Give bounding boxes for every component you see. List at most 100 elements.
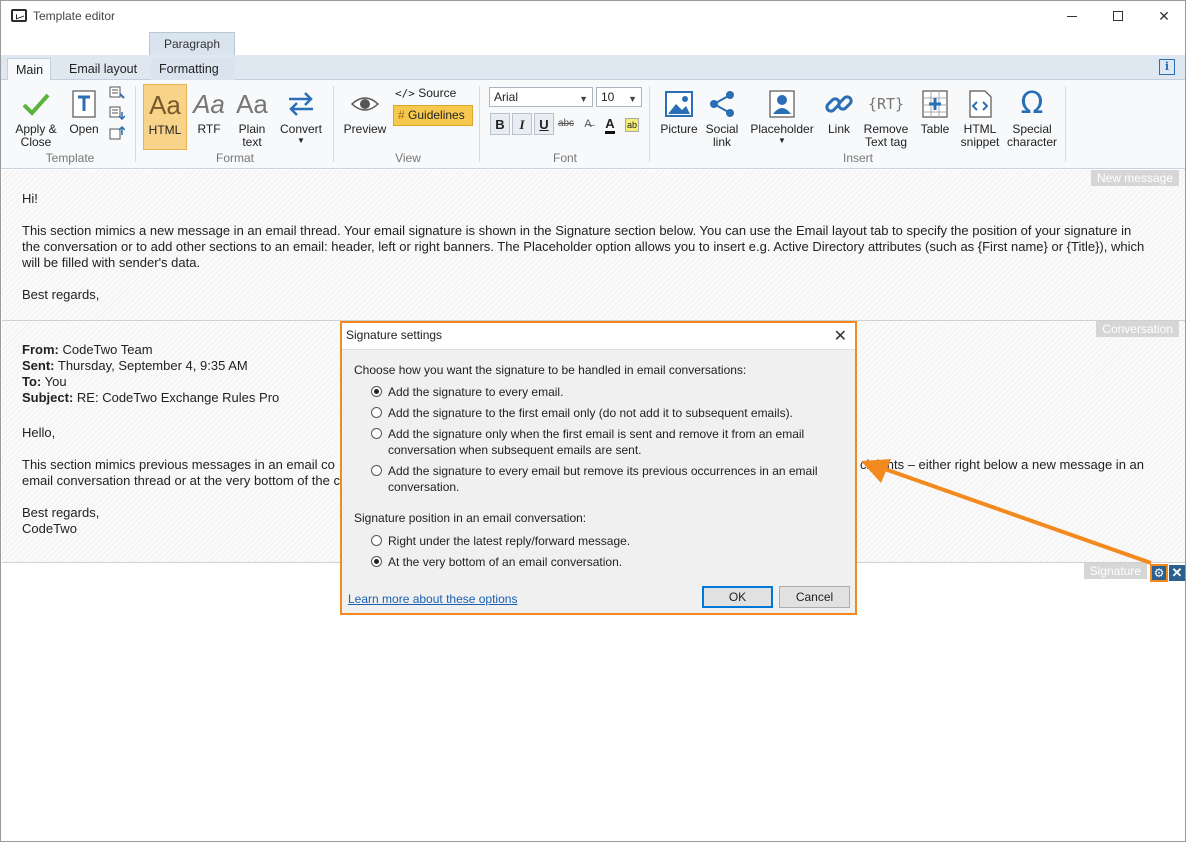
- picture-icon: [665, 91, 693, 117]
- html-label: HTML: [148, 123, 182, 137]
- italic-button[interactable]: I: [512, 113, 532, 135]
- table-label: Table: [920, 122, 950, 136]
- minimize-button[interactable]: [1049, 1, 1095, 31]
- open-button[interactable]: Open: [65, 88, 103, 136]
- from-value: CodeTwo Team: [62, 342, 153, 357]
- apply-close-label: Apply & Close: [15, 122, 57, 149]
- link-icon: [825, 95, 853, 113]
- font-name-value: Arial: [494, 90, 519, 104]
- handling-option-first-remove-label[interactable]: Add the signature only when the first em…: [388, 426, 828, 458]
- separator: [479, 86, 480, 162]
- convert-button[interactable]: Convert ▼: [277, 88, 325, 146]
- placeholder-user-icon: [769, 90, 795, 118]
- chevron-down-icon: ▼: [579, 94, 588, 104]
- insert-html-snippet-button[interactable]: HTML snippet: [957, 88, 1003, 149]
- insert-picture-button[interactable]: Picture: [657, 88, 701, 136]
- position-option-bottom-label[interactable]: At the very bottom of an email conversat…: [388, 554, 622, 570]
- conversation-closing: Best regards,: [22, 505, 100, 520]
- html-format-button[interactable]: Aa HTML: [143, 84, 187, 150]
- handling-option-first-only-label[interactable]: Add the signature to the first email onl…: [388, 405, 793, 421]
- clear-format-button[interactable]: A̶: [578, 113, 598, 135]
- font-size-select[interactable]: 10 ▼: [596, 87, 642, 107]
- position-option-under-reply-label[interactable]: Right under the latest reply/forward mes…: [388, 533, 630, 549]
- signature-settings-dialog: Signature settings ✕ Choose how you want…: [340, 321, 857, 615]
- cancel-button[interactable]: Cancel: [779, 586, 850, 608]
- position-option-bottom-radio[interactable]: [371, 556, 382, 567]
- ok-button[interactable]: OK: [702, 586, 773, 608]
- preview-label: Preview: [343, 122, 387, 136]
- handling-option-first-remove-radio[interactable]: [371, 428, 382, 439]
- annotation-arrow: [861, 459, 1152, 565]
- group-label-template: Template: [45, 151, 95, 165]
- handling-option-every-email-radio[interactable]: [371, 386, 382, 397]
- to-label: To:: [22, 374, 42, 389]
- template-small-icon-1[interactable]: [109, 86, 125, 100]
- handling-option-remove-previous-label[interactable]: Add the signature to every email but rem…: [388, 463, 828, 495]
- guidelines-button[interactable]: # Guidelines: [393, 105, 473, 126]
- section-tag-conversation: Conversation: [1096, 321, 1179, 337]
- chevron-down-icon: ▼: [628, 94, 637, 104]
- conversation-signature: CodeTwo: [22, 521, 77, 536]
- tab-formatting[interactable]: Formatting: [151, 58, 235, 81]
- from-label: From:: [22, 342, 59, 357]
- insert-social-link-button[interactable]: Social link: [703, 88, 741, 149]
- learn-more-link[interactable]: Learn more about these options: [348, 592, 517, 606]
- font-size-value: 10: [601, 90, 615, 104]
- highlight-button[interactable]: ab: [622, 113, 642, 135]
- dialog-close-button[interactable]: ✕: [834, 326, 847, 346]
- handling-option-every-email-label[interactable]: Add the signature to every email.: [388, 384, 563, 400]
- preview-button[interactable]: Preview: [341, 88, 389, 136]
- sent-value: Thursday, September 4, 9:35 AM: [57, 358, 248, 373]
- open-template-icon: [72, 90, 96, 118]
- ribbon: Apply & Close Open Template Aa HTML Aa R…: [1, 80, 1185, 169]
- context-tab-paragraph: Paragraph: [149, 32, 235, 56]
- info-icon[interactable]: i: [1159, 59, 1175, 75]
- underline-button[interactable]: U: [534, 113, 554, 135]
- separator: [1065, 86, 1066, 162]
- template-small-icon-2[interactable]: [109, 106, 125, 120]
- handling-option-remove-previous-radio[interactable]: [371, 465, 382, 476]
- strikethrough-button[interactable]: abc: [556, 113, 576, 135]
- handling-option-first-only-radio[interactable]: [371, 407, 382, 418]
- insert-table-button[interactable]: Table: [915, 88, 955, 136]
- insert-link-button[interactable]: Link: [821, 88, 857, 136]
- rtf-format-button[interactable]: Aa RTF: [191, 88, 227, 136]
- template-small-icon-3[interactable]: [109, 126, 125, 140]
- separator: [135, 86, 136, 162]
- social-link-label: Social link: [705, 122, 739, 149]
- tab-email-layout[interactable]: Email layout: [61, 58, 145, 81]
- handling-prompt: Choose how you want the signature to be …: [354, 363, 747, 377]
- placeholder-label: Placeholder: [750, 122, 814, 136]
- table-icon: [922, 90, 948, 118]
- subject-value: RE: CodeTwo Exchange Rules Pro: [76, 390, 280, 405]
- closing-text: Best regards,: [22, 287, 100, 302]
- group-label-insert: Insert: [842, 151, 873, 165]
- chevron-down-icon: ▼: [297, 136, 305, 145]
- font-name-select[interactable]: Arial ▼: [489, 87, 593, 107]
- insert-placeholder-button[interactable]: Placeholder ▼: [747, 88, 817, 146]
- maximize-button[interactable]: [1095, 1, 1141, 31]
- code-icon: </>: [395, 87, 415, 100]
- remove-text-tag-button[interactable]: {RT} Remove Text tag: [861, 88, 911, 149]
- chevron-down-icon: ▼: [778, 136, 786, 145]
- position-option-under-reply-radio[interactable]: [371, 535, 382, 546]
- window-title: Template editor: [33, 9, 116, 23]
- signature-remove-button[interactable]: ✕: [1169, 565, 1185, 581]
- plain-text-format-button[interactable]: Aa Plain text: [231, 88, 273, 149]
- close-button[interactable]: ✕: [1141, 1, 1186, 31]
- source-button[interactable]: </> Source: [395, 86, 456, 100]
- clear-format-icon: A̶: [584, 118, 592, 130]
- conversation-greeting: Hello,: [22, 425, 56, 440]
- apply-close-button[interactable]: Apply & Close: [9, 88, 63, 149]
- omega-icon: Ω: [1020, 86, 1044, 121]
- close-icon: ✕: [1171, 565, 1183, 580]
- insert-special-character-button[interactable]: Ω Special character: [1005, 88, 1059, 149]
- highlight-icon: ab: [625, 118, 639, 132]
- close-icon: ✕: [833, 328, 847, 345]
- tab-main[interactable]: Main: [7, 58, 51, 81]
- html-aa-icon: Aa: [149, 90, 181, 120]
- new-message-section[interactable]: New message Hi! This section mimics a ne…: [2, 170, 1185, 321]
- bold-button[interactable]: B: [490, 113, 510, 135]
- font-color-button[interactable]: A: [600, 113, 620, 135]
- new-message-paragraph: This section mimics a new message in an …: [22, 223, 1145, 270]
